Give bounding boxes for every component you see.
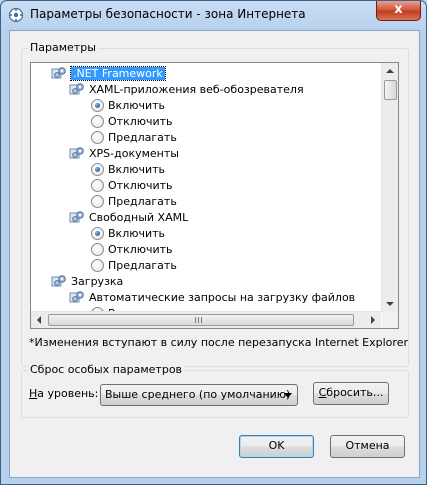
reset-button-label: бросить...	[326, 386, 384, 399]
tree-option[interactable]: Отключить	[89, 177, 173, 193]
scroll-right-icon[interactable]	[371, 316, 375, 324]
level-select-value: Выше среднего (по умолчанию)	[105, 388, 291, 401]
tree-category[interactable]: Свободный XAML	[69, 209, 188, 225]
level-label: На уровень:	[29, 387, 98, 400]
tree-category[interactable]: Загрузка	[51, 273, 123, 289]
settings-gear-icon	[51, 273, 67, 289]
settings-gear-icon	[69, 145, 85, 161]
tree-category[interactable]: Автоматические запросы на загрузку файло…	[69, 289, 355, 305]
cancel-button-label: Отмена	[345, 439, 390, 452]
tree-item-label: XAML-приложения веб-обозревателя	[89, 82, 304, 96]
scroll-up-icon[interactable]	[386, 69, 394, 73]
radio-button[interactable]	[91, 242, 104, 256]
tree-option[interactable]: Предлагать	[89, 257, 177, 273]
radio-button[interactable]	[91, 226, 104, 240]
settings-shield-icon	[8, 7, 24, 23]
tree-category[interactable]: .NET Framework	[51, 65, 166, 81]
window-title: Параметры безопасности - зона Интернета	[30, 7, 306, 21]
cancel-button[interactable]: Отмена	[330, 435, 405, 458]
grip-icon	[195, 317, 196, 323]
tree-item-label: Свободный XAML	[89, 210, 189, 224]
settings-group-label: Параметры	[28, 41, 98, 54]
restart-note: *Изменения вступают в силу после перезап…	[29, 336, 408, 349]
tree-item-label: Отключить	[108, 114, 173, 128]
tree-category[interactable]: XAML-приложения веб-обозревателя	[69, 81, 304, 97]
tree-item-label: XPS-документы	[89, 146, 179, 160]
radio-button[interactable]	[91, 98, 104, 112]
tree-item-label: Включить	[108, 98, 166, 112]
tree-option[interactable]: Предлагать	[89, 129, 177, 145]
tree-item-label: Автоматические запросы на загрузку файло…	[89, 290, 356, 304]
horizontal-scrollbar[interactable]	[31, 311, 381, 328]
tree-category[interactable]: XPS-документы	[69, 145, 179, 161]
reset-button[interactable]: Сбросить...	[313, 382, 389, 405]
vertical-scroll-thumb[interactable]	[384, 80, 397, 100]
ok-button[interactable]: OK	[239, 435, 314, 458]
tree-item-label: Загрузка	[71, 274, 124, 288]
tree-item-label: Включить	[108, 226, 166, 240]
tree-option[interactable]: Предлагать	[89, 193, 177, 209]
tree-option[interactable]: Включить	[89, 97, 165, 113]
radio-button[interactable]	[91, 258, 104, 272]
vertical-scrollbar[interactable]	[381, 63, 398, 312]
tree-item-label: .NET Framework	[70, 65, 166, 81]
radio-button[interactable]	[91, 178, 104, 192]
tree-option[interactable]: Включить	[89, 225, 165, 241]
scroll-down-icon[interactable]	[386, 302, 394, 306]
tree-option[interactable]: Включить	[89, 161, 165, 177]
settings-tree[interactable]: .NET Framework XAML-приложения веб-обозре…	[30, 62, 399, 329]
settings-gear-icon	[69, 209, 85, 225]
close-button[interactable]: x	[376, 1, 421, 21]
radio-button[interactable]	[91, 114, 104, 128]
tree-item-label: Предлагать	[108, 194, 177, 208]
reset-group-label: Сброс особых параметров	[28, 363, 185, 376]
grip-icon	[198, 317, 199, 323]
radio-button[interactable]	[91, 130, 104, 144]
level-select[interactable]: Выше среднего (по умолчанию)	[100, 384, 298, 406]
settings-tree-content: .NET Framework XAML-приложения веб-обозре…	[31, 63, 381, 312]
security-settings-window: Параметры безопасности - зона Интернета …	[0, 0, 427, 485]
tree-item-label: Отключить	[108, 242, 173, 256]
tree-item-label: Включить	[108, 162, 166, 176]
tree-item-label: Предлагать	[108, 258, 177, 272]
grip-icon	[201, 317, 202, 323]
scrollbar-corner	[382, 312, 398, 328]
tree-option[interactable]: Отключить	[89, 241, 173, 257]
horizontal-scroll-thumb[interactable]	[48, 314, 354, 326]
title-bar[interactable]: Параметры безопасности - зона Интернета …	[1, 1, 426, 29]
settings-gear-icon	[69, 289, 85, 305]
close-icon: x	[394, 2, 403, 17]
chevron-down-icon	[284, 393, 292, 398]
tree-option[interactable]: Отключить	[89, 113, 173, 129]
settings-gear-icon	[51, 65, 67, 81]
dialog-body: Параметры .NET Framework XAML-приложения …	[9, 30, 420, 478]
radio-button[interactable]	[91, 162, 104, 176]
tree-item-label: Отключить	[108, 178, 173, 192]
level-label-text: а уровень:	[37, 387, 99, 400]
scroll-left-icon[interactable]	[37, 316, 41, 324]
tree-item-label: Предлагать	[108, 130, 177, 144]
ok-button-label: OK	[268, 439, 285, 452]
radio-button[interactable]	[91, 194, 104, 208]
settings-gear-icon	[69, 81, 85, 97]
